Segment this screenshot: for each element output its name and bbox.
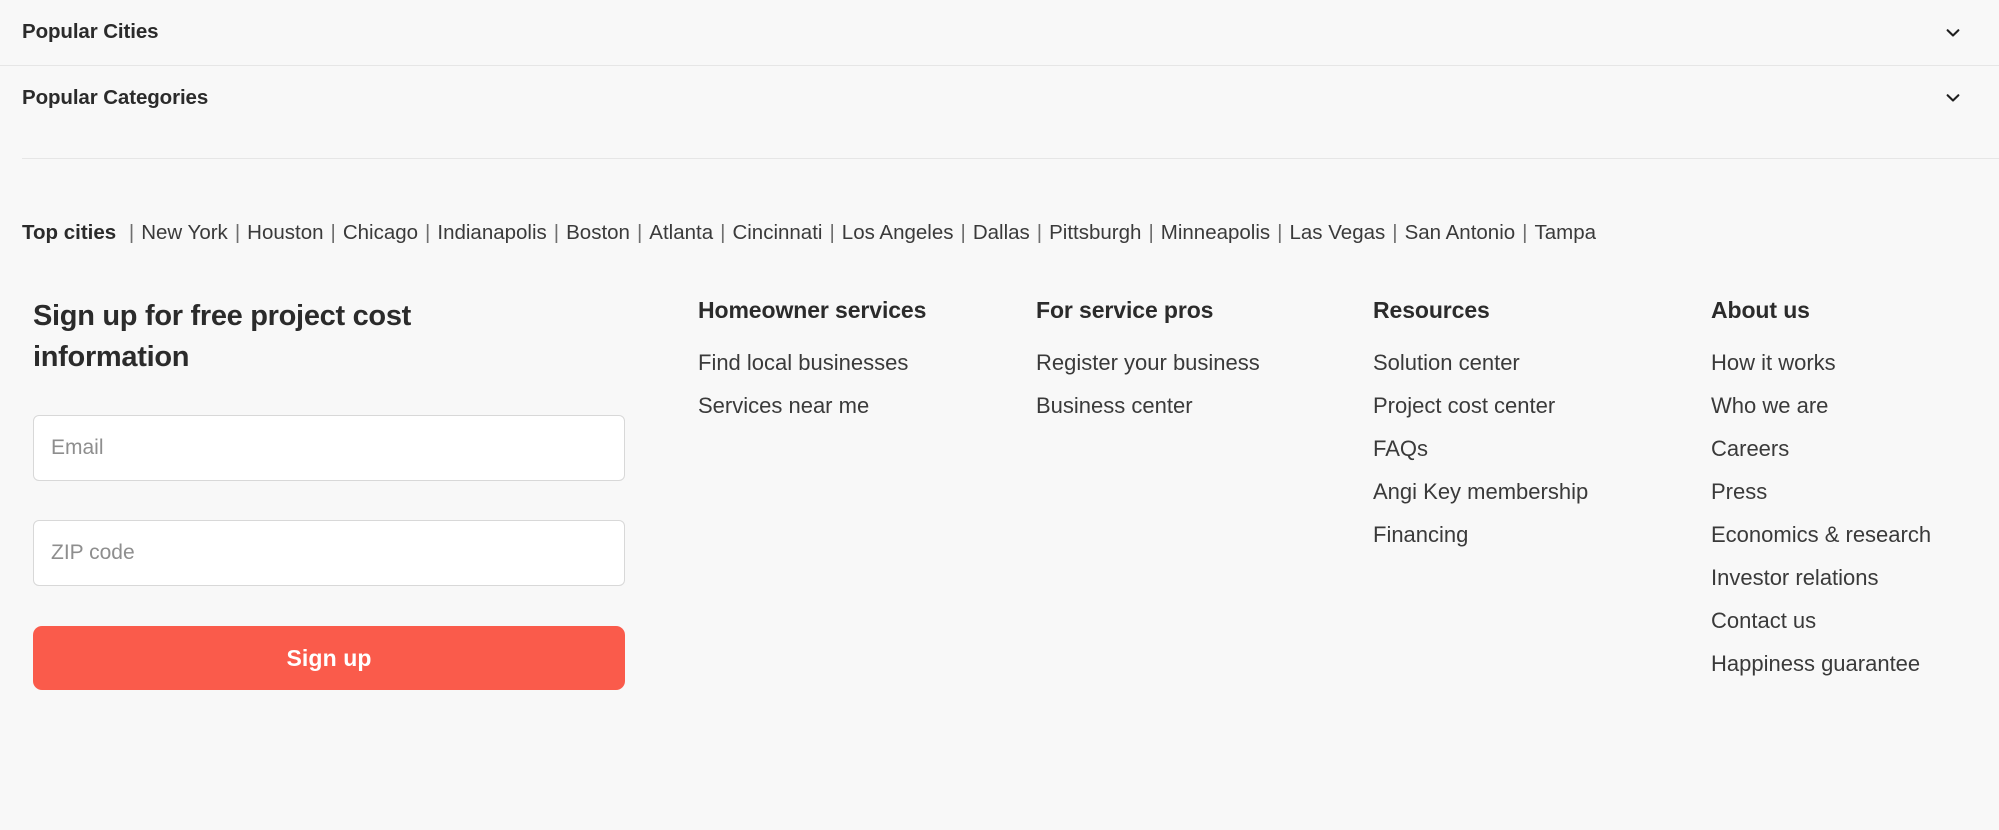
footer-link-columns: Homeowner services Find local businesses S… xyxy=(698,296,1999,816)
email-field[interactable] xyxy=(33,415,625,482)
top-cities-separator: | xyxy=(960,221,966,244)
list-item: Press xyxy=(1711,471,1931,514)
top-cities-separator: | xyxy=(234,221,241,244)
top-cities-separator: | xyxy=(1392,221,1398,244)
footer-link[interactable]: Angi Key membership xyxy=(1373,471,1588,514)
list-item: Find local businesses xyxy=(698,342,926,385)
section-divider xyxy=(22,158,1999,159)
footer-link[interactable]: How it works xyxy=(1711,342,1836,385)
list-item: Business center xyxy=(1036,385,1260,428)
top-city-link[interactable]: Tampa xyxy=(1534,221,1596,244)
top-city-link[interactable]: Houston xyxy=(247,221,323,244)
list-item: Happiness guarantee xyxy=(1711,643,1931,686)
footer-column-title: Resources xyxy=(1373,297,1490,323)
footer-link-list: How it works Who we are Careers Press Econom… xyxy=(1711,342,1931,686)
list-item: Careers xyxy=(1711,428,1931,471)
list-item: Angi Key membership xyxy=(1373,471,1588,514)
footer-link[interactable]: Register your business xyxy=(1036,342,1260,385)
top-city-link[interactable]: Los Angeles xyxy=(842,221,954,244)
list-item: FAQs xyxy=(1373,428,1588,471)
top-cities-separator: | xyxy=(1148,221,1154,244)
footer-column: About us How it works Who we are Careers Pre… xyxy=(1711,296,1931,686)
chevron-down-icon[interactable] xyxy=(1943,88,1963,108)
footer-link[interactable]: FAQs xyxy=(1373,428,1428,471)
list-item: How it works xyxy=(1711,342,1931,385)
top-city-link[interactable]: Pittsburgh xyxy=(1049,221,1141,244)
top-cities-separator: | xyxy=(1036,221,1043,244)
footer-link[interactable]: Business center xyxy=(1036,385,1193,428)
chevron-down-icon[interactable] xyxy=(1943,23,1963,43)
footer-column-title: Homeowner services xyxy=(698,297,927,323)
footer-link-list: Register your business Business center xyxy=(1036,342,1260,428)
top-cities-label: Top cities xyxy=(22,221,117,244)
list-item: Project cost center xyxy=(1373,385,1588,428)
footer-link[interactable]: Press xyxy=(1711,471,1767,514)
top-city-link[interactable]: Las Vegas xyxy=(1290,221,1386,244)
footer-link-list: Solution center Project cost center FAQs An… xyxy=(1373,342,1588,557)
list-item: Register your business xyxy=(1036,342,1260,385)
footer-link[interactable]: Services near me xyxy=(698,385,869,428)
signup-block: Sign up for free project cost informatio… xyxy=(33,296,625,691)
list-item: Investor relations xyxy=(1711,557,1931,600)
top-city-link[interactable]: Dallas xyxy=(973,221,1030,244)
top-cities-separator: | xyxy=(330,221,336,244)
accordion-row-popular-cities[interactable]: Popular Cities xyxy=(0,0,1999,65)
footer-page: Popular Cities Popular Categories Top ci… xyxy=(0,0,1999,830)
top-cities-separator: | xyxy=(829,221,835,244)
top-city-link[interactable]: Indianapolis xyxy=(437,221,546,244)
top-city-link[interactable]: Minneapolis xyxy=(1161,221,1270,244)
top-city-link[interactable]: San Antonio xyxy=(1405,221,1516,244)
accordion-label-popular-cities: Popular Cities xyxy=(22,20,159,44)
list-item: Financing xyxy=(1373,514,1588,557)
footer-link[interactable]: Happiness guarantee xyxy=(1711,643,1920,686)
top-cities-separator: | xyxy=(720,221,726,244)
top-cities-separator: | xyxy=(1522,221,1528,244)
top-city-link[interactable]: Boston xyxy=(566,221,630,244)
footer-link[interactable]: Investor relations xyxy=(1711,557,1879,600)
list-item: Economics & research xyxy=(1711,514,1931,557)
footer-column: Resources Solution center Project cost cen… xyxy=(1373,296,1588,557)
list-item: Contact us xyxy=(1711,600,1931,643)
footer-link[interactable]: Solution center xyxy=(1373,342,1520,385)
footer-column-title: About us xyxy=(1711,297,1810,323)
top-city-link[interactable]: Chicago xyxy=(343,221,418,244)
list-item: Who we are xyxy=(1711,385,1931,428)
top-cities-separator: | xyxy=(636,221,643,244)
footer-link[interactable]: Financing xyxy=(1373,514,1468,557)
footer-link[interactable]: Who we are xyxy=(1711,385,1828,428)
top-cities-separator: | xyxy=(553,221,560,244)
accordion-row-popular-categories[interactable]: Popular Categories xyxy=(0,65,1999,130)
top-cities-strip: Top cities | New York | Houston | Chicago | Ind… xyxy=(22,221,1596,244)
footer-column: Homeowner services Find local businesses S… xyxy=(698,296,926,428)
footer-link[interactable]: Careers xyxy=(1711,428,1789,471)
footer-link[interactable]: Economics & research xyxy=(1711,514,1931,557)
zip-code-field[interactable] xyxy=(33,520,625,587)
signup-heading: Sign up for free project cost informatio… xyxy=(33,300,412,374)
top-city-link[interactable]: Atlanta xyxy=(649,221,713,244)
accordion-section: Popular Cities Popular Categories xyxy=(0,0,1999,130)
list-item: Solution center xyxy=(1373,342,1588,385)
accordion-label-popular-categories: Popular Categories xyxy=(22,85,209,109)
sign-up-button[interactable]: Sign up xyxy=(33,626,625,691)
footer-link[interactable]: Find local businesses xyxy=(698,342,908,385)
top-city-link[interactable]: New York xyxy=(141,221,228,244)
top-city-link[interactable]: Cincinnati xyxy=(732,221,822,244)
top-cities-separator: | xyxy=(128,221,135,244)
list-item: Services near me xyxy=(698,385,926,428)
footer-link[interactable]: Contact us xyxy=(1711,600,1816,643)
top-cities-separator: | xyxy=(425,221,431,244)
footer-column-title: For service pros xyxy=(1036,297,1214,323)
footer-link-list: Find local businesses Services near me xyxy=(698,342,926,428)
footer-column: For service pros Register your business Bu… xyxy=(1036,296,1260,428)
footer-link[interactable]: Project cost center xyxy=(1373,385,1555,428)
top-cities-separator: | xyxy=(1277,221,1283,244)
